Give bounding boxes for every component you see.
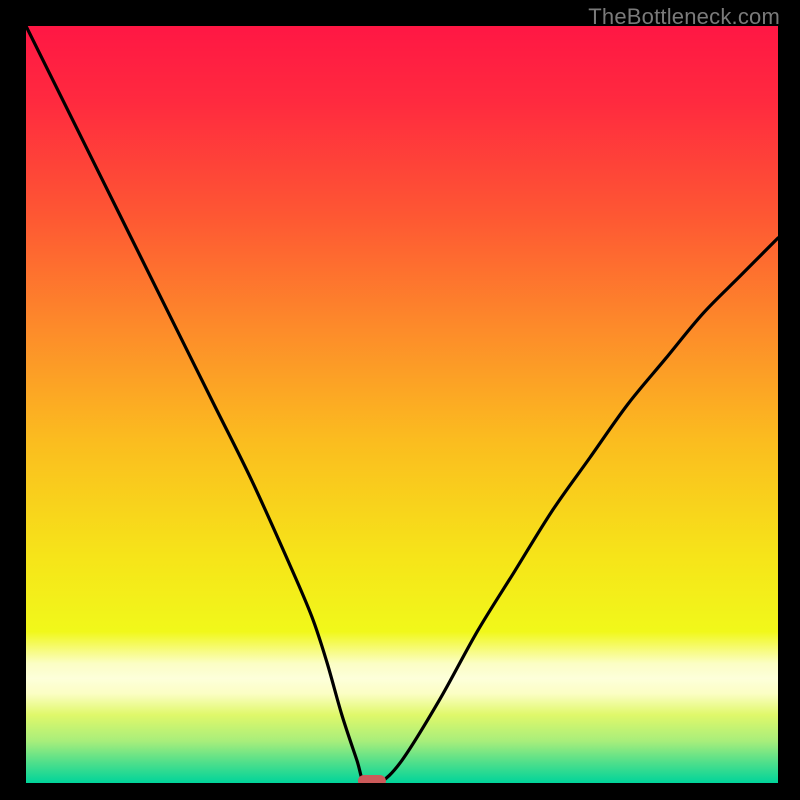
watermark-text: TheBottleneck.com (588, 4, 780, 30)
bottleneck-plot (26, 26, 778, 783)
gradient-background (26, 26, 778, 783)
min-marker-pill (358, 775, 386, 783)
plot-frame (26, 26, 778, 783)
